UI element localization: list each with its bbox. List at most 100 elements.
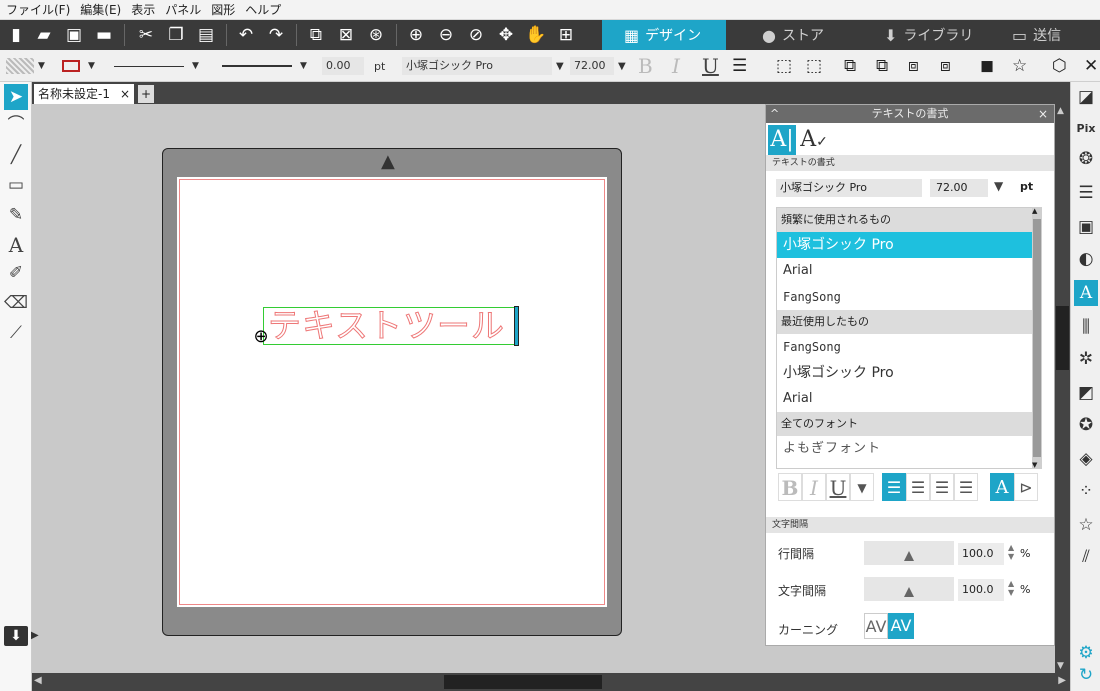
send-backward-icon[interactable]: ⧈: [908, 50, 919, 82]
pixscan-icon[interactable]: Pix: [1074, 116, 1098, 142]
font-list-item[interactable]: FangSong: [777, 284, 1033, 310]
line-width-input[interactable]: 0.00: [322, 57, 364, 75]
font-size-input[interactable]: 72.00: [930, 179, 988, 197]
scroll-up-icon[interactable]: ▲: [1032, 207, 1037, 215]
font-list-item[interactable]: Arial: [777, 386, 1033, 412]
trace-icon[interactable]: ◈: [1074, 446, 1098, 472]
line-style-icon[interactable]: ☰: [1074, 180, 1098, 206]
font-list-item[interactable]: よもぎフォント: [777, 436, 1033, 462]
group-icon[interactable]: ⧉: [304, 24, 328, 46]
font-list[interactable]: 頻繁に使用されるもの 小塚ゴシック Pro Arial FangSong 最近使…: [776, 207, 1034, 469]
document-tab[interactable]: 名称未設定-1 ×: [34, 84, 134, 104]
scroll-left-icon[interactable]: ◀: [34, 675, 42, 686]
align-right-icon[interactable]: ☰: [930, 473, 954, 501]
font-name-input[interactable]: 小塚ゴシック Pro: [776, 179, 922, 197]
font-size-toolbar-input[interactable]: 72.00: [570, 57, 614, 75]
replicate-icon[interactable]: ✲: [1074, 346, 1098, 372]
star-outline-icon[interactable]: ☆: [1074, 512, 1098, 538]
compound-path-icon[interactable]: ⊛: [364, 24, 388, 46]
select-tool-icon[interactable]: ➤: [4, 84, 28, 110]
zoom-out-icon[interactable]: ⊖: [434, 24, 458, 46]
ungroup-icon[interactable]: ⊠: [334, 24, 358, 46]
horizontal-scroll-thumb[interactable]: [444, 675, 602, 689]
vertical-scrollbar[interactable]: ▲ ▼: [1055, 104, 1070, 673]
italic-button[interactable]: I: [672, 50, 680, 82]
move-view-icon[interactable]: ✥: [494, 24, 518, 46]
sparkle-icon[interactable]: ⁘: [1074, 478, 1098, 504]
offset-star-icon[interactable]: ✪: [1074, 412, 1098, 438]
close-tab-button[interactable]: ×: [120, 84, 130, 104]
add-tab-button[interactable]: +: [138, 85, 154, 103]
page-setup-icon[interactable]: ◪: [1074, 84, 1098, 110]
collapse-panel-button[interactable]: ^: [770, 105, 779, 123]
line-spacing-input[interactable]: 100.0: [958, 543, 1004, 565]
font-size-dropdown-icon[interactable]: ▼: [994, 179, 1003, 193]
scroll-up-icon[interactable]: ▲: [1057, 106, 1064, 116]
char-spacing-input[interactable]: 100.0: [958, 579, 1004, 601]
bring-forward-icon[interactable]: ⧉: [876, 50, 888, 82]
zoom-select-icon[interactable]: ⊘: [464, 24, 488, 46]
bold-button[interactable]: B: [638, 50, 653, 82]
text-frame-icon[interactable]: ⬚: [776, 50, 792, 82]
open-folder-icon[interactable]: ▰: [32, 24, 56, 46]
slider-knob[interactable]: [904, 551, 914, 561]
paste-icon[interactable]: ▤: [194, 24, 218, 46]
line-color-dropdown[interactable]: ▼: [62, 50, 95, 82]
3d-cube-icon[interactable]: ⬡: [1052, 50, 1067, 82]
new-document-icon[interactable]: ▮: [4, 24, 28, 46]
menu-help[interactable]: ヘルプ: [245, 1, 281, 18]
knife-tool-icon[interactable]: ⟋: [4, 320, 28, 346]
align-center-icon[interactable]: ☰: [906, 473, 930, 501]
tab-send[interactable]: ▭ 送信: [990, 20, 1100, 50]
font-list-scroll-thumb[interactable]: [1033, 219, 1041, 457]
panel-underline-button[interactable]: U: [826, 473, 850, 501]
align-justify-icon[interactable]: ☰: [954, 473, 978, 501]
menu-edit[interactable]: 編集(E): [80, 1, 121, 18]
tab-text-edit[interactable]: A✓: [800, 125, 828, 155]
panel-bold-button[interactable]: B: [778, 473, 802, 501]
font-list-item[interactable]: 小塚ゴシック Pro: [777, 360, 1033, 386]
font-list-item[interactable]: FangSong: [777, 334, 1033, 360]
undo-icon[interactable]: ↶: [234, 24, 258, 46]
menu-file[interactable]: ファイル(F): [6, 1, 70, 18]
line-spacing-stepper[interactable]: ▲ ▼: [1008, 543, 1014, 561]
fit-page-icon[interactable]: ⊞: [554, 24, 578, 46]
kerning-on-button[interactable]: AV: [888, 613, 914, 639]
send-back-icon[interactable]: ⧈: [940, 50, 951, 82]
horizontal-text-icon[interactable]: A: [990, 473, 1014, 501]
close-x-icon[interactable]: ✕: [1084, 50, 1098, 82]
panel-italic-button[interactable]: I: [802, 473, 826, 501]
close-panel-button[interactable]: ×: [1038, 105, 1048, 123]
font-list-item[interactable]: Arial: [777, 258, 1033, 284]
cut-icon[interactable]: ✂: [134, 24, 158, 46]
shapes-icon[interactable]: ◼: [980, 50, 994, 82]
line-spacing-slider[interactable]: [864, 541, 954, 565]
text-style-icon[interactable]: A: [1074, 280, 1098, 306]
line-style-dropdown[interactable]: ▼: [114, 50, 199, 82]
font-list-scrollbar[interactable]: ▲ ▼: [1032, 207, 1042, 469]
hatch-icon[interactable]: ⫽: [1074, 544, 1098, 570]
pencil-tool-icon[interactable]: ✎: [4, 202, 28, 228]
menu-shape[interactable]: 図形: [211, 1, 235, 18]
move-handle-icon[interactable]: ⊕: [251, 327, 271, 347]
tab-library[interactable]: ⬇ ライブラリ: [862, 20, 982, 50]
zoom-in-icon[interactable]: ⊕: [404, 24, 428, 46]
expand-arrow-icon[interactable]: ▶: [31, 630, 39, 641]
char-spacing-stepper[interactable]: ▲ ▼: [1008, 579, 1014, 597]
menu-panel[interactable]: パネル: [165, 1, 201, 18]
text-tool-icon[interactable]: A: [4, 232, 28, 258]
refresh-icon[interactable]: ↻: [1074, 662, 1098, 688]
char-spacing-slider[interactable]: [864, 577, 954, 601]
chevron-down-icon[interactable]: ▼: [618, 61, 626, 72]
transparency-icon[interactable]: ◐: [1074, 246, 1098, 272]
pan-hand-icon[interactable]: ✋: [524, 24, 548, 46]
scroll-right-icon[interactable]: ▶: [1058, 675, 1066, 686]
kerning-off-button[interactable]: AV: [864, 613, 888, 639]
align-left-icon[interactable]: ☰: [732, 50, 747, 82]
bring-front-icon[interactable]: ⧉: [844, 50, 856, 82]
menu-view[interactable]: 表示: [131, 1, 155, 18]
underline-button[interactable]: U: [702, 50, 719, 82]
slider-knob[interactable]: [904, 587, 914, 597]
scroll-down-icon[interactable]: ▼: [1032, 461, 1037, 469]
rectangle-tool-icon[interactable]: ▭: [4, 172, 28, 198]
